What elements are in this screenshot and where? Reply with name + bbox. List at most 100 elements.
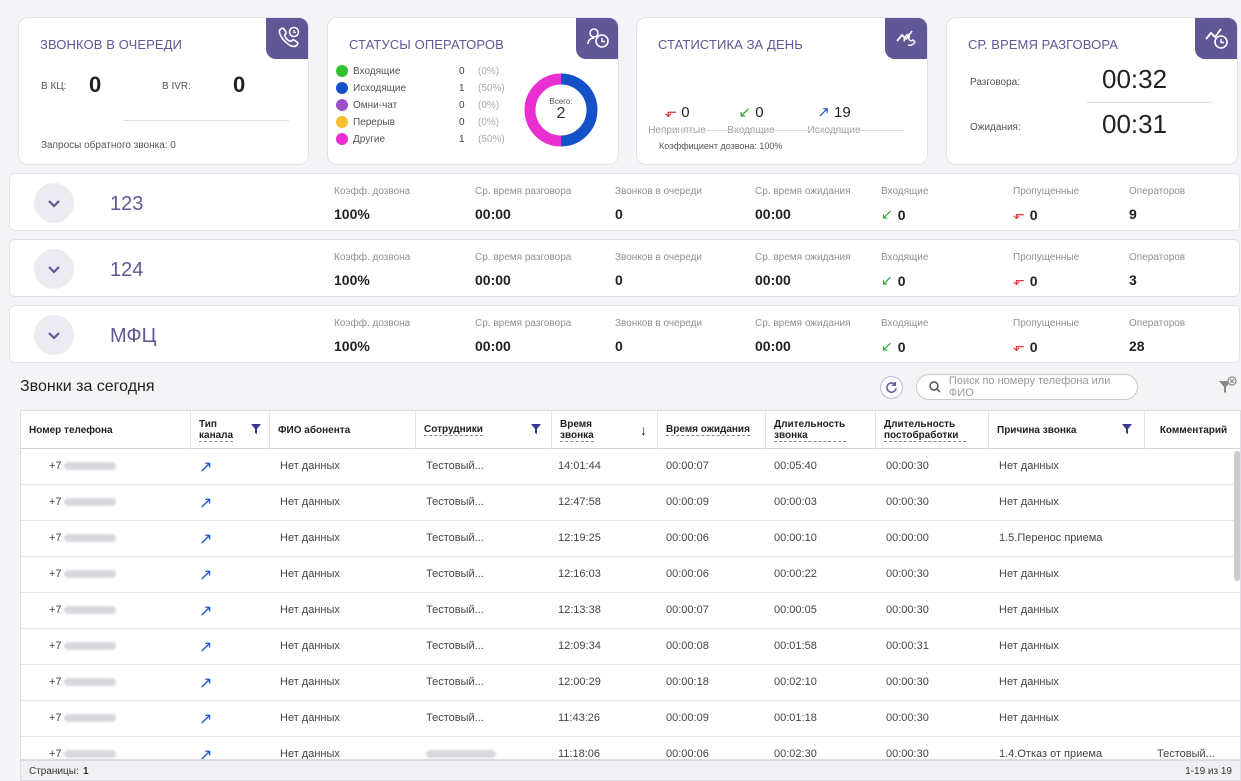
- filter-icon[interactable]: [1122, 423, 1132, 437]
- ivr-value: 0: [233, 72, 246, 97]
- col-comment-label: Комментарий: [1159, 424, 1228, 436]
- refresh-button[interactable]: [880, 376, 903, 399]
- divider: [124, 120, 289, 121]
- col-phone[interactable]: Номер телефона: [21, 411, 191, 449]
- cell-staff: Тестовый...: [426, 604, 484, 616]
- metric-value: ⬐ 0: [1013, 206, 1038, 223]
- cell-duration: 00:02:30: [774, 748, 817, 760]
- cell-wait: 00:00:07: [666, 604, 709, 616]
- group-row[interactable]: 123 Коэфф. дозвона 100% Ср. время разговора…: [9, 173, 1240, 231]
- phone-clock-icon: [266, 18, 308, 59]
- table-row[interactable]: +7 ↗ Нет данных Тестовый... 14:01:44 00:00:07…: [21, 449, 1240, 485]
- legend-pct: (50%): [478, 82, 505, 94]
- legend-label: Омни-чат: [353, 99, 398, 111]
- chart-clock-icon: [1195, 18, 1237, 59]
- group-row[interactable]: 124 Коэфф. дозвона 100% Ср. время разговора…: [9, 239, 1240, 297]
- col-duration[interactable]: Длительность звонка: [766, 411, 876, 449]
- group-row[interactable]: МФЦ Коэфф. дозвона 100% Ср. время разговора…: [9, 305, 1240, 363]
- col-name[interactable]: ФИО абонента: [270, 411, 416, 449]
- talk-value: 00:32: [1102, 64, 1168, 94]
- table-row[interactable]: +7 ↗ Нет данных 11:18:06 00:00:06 00:02:30 00:…: [21, 737, 1240, 760]
- col-channel[interactable]: Тип канала: [191, 411, 270, 449]
- col-wait[interactable]: Время ожидания: [658, 411, 766, 449]
- col-phone-label: Номер телефона: [29, 424, 113, 436]
- cell-reason: Нет данных: [999, 640, 1059, 652]
- filter-icon[interactable]: [251, 423, 261, 437]
- legend-pct: (0%): [478, 99, 500, 111]
- metric-value: ↙ 0: [881, 272, 906, 289]
- chart-phone-icon: [885, 18, 927, 59]
- incoming-arrow-icon: ↙: [738, 104, 752, 121]
- table-row[interactable]: +7 ↗ Нет данных Тестовый... 12:16:03 00:00:06…: [21, 557, 1240, 593]
- cell-wait: 00:00:08: [666, 640, 709, 652]
- group-name: 123: [110, 193, 144, 215]
- cell-duration: 00:00:22: [774, 568, 817, 580]
- legend-dot: [336, 133, 348, 145]
- cell-post: 00:00:00: [886, 532, 929, 544]
- metric-label: Пропущенные: [1013, 318, 1080, 329]
- legend-label: Входящие: [353, 65, 401, 77]
- col-comment[interactable]: Комментарий: [1145, 411, 1240, 449]
- cell-reason: Нет данных: [999, 604, 1059, 616]
- cell-wait: 00:00:07: [666, 460, 709, 472]
- cell-post: 00:00:30: [886, 568, 929, 580]
- missed-value: 0: [681, 104, 690, 121]
- divider: [659, 130, 904, 131]
- expand-button[interactable]: [34, 249, 74, 289]
- cell-reason: Нет данных: [999, 496, 1059, 508]
- filter-icon[interactable]: [531, 423, 541, 437]
- table-row[interactable]: +7 ↗ Нет данных Тестовый... 12:47:58 00:00:09…: [21, 485, 1240, 521]
- status-donut: Всего: 2: [524, 73, 598, 147]
- table-row[interactable]: +7 ↗ Нет данных Тестовый... 12:00:29 00:00:18…: [21, 665, 1240, 701]
- expand-button[interactable]: [34, 183, 74, 223]
- col-time[interactable]: Время звонка ↓: [552, 411, 658, 449]
- metric-value: 9: [1129, 206, 1137, 222]
- cell-name: Нет данных: [280, 568, 340, 580]
- queue-card: ЗВОНКОВ В ОЧЕРЕДИ В КЦ: 0 В IVR: 0 Запро…: [18, 17, 309, 165]
- cell-reason: Нет данных: [999, 460, 1059, 472]
- cell-name: Нет данных: [280, 712, 340, 724]
- col-post[interactable]: Длительность постобработки: [876, 411, 989, 449]
- metric-label: Ср. время разговора: [475, 186, 572, 197]
- clear-filter-icon[interactable]: [1216, 376, 1238, 398]
- table-row[interactable]: +7 ↗ Нет данных Тестовый... 12:13:38 00:00:07…: [21, 593, 1240, 629]
- cell-name: Нет данных: [280, 640, 340, 652]
- metric-label: Звонков в очереди: [615, 318, 702, 329]
- outgoing-arrow-icon: ↗: [199, 495, 213, 512]
- metric-value: 100%: [334, 338, 370, 354]
- expand-button[interactable]: [34, 315, 74, 355]
- incoming-arrow-icon: ↙: [881, 272, 893, 288]
- metric-label: Коэфф. дозвона: [334, 252, 411, 263]
- pages-value[interactable]: 1: [83, 766, 89, 777]
- rows-range: 1-19 из 19: [1185, 766, 1232, 777]
- table-scrollbar[interactable]: [1234, 451, 1240, 581]
- cell-comment: Тестовый...: [1157, 748, 1215, 760]
- metric-label: Коэфф. дозвона: [334, 318, 411, 329]
- day-stats-card: СТАТИСТИКА ЗА ДЕНЬ ⬐ 0 Непринятые ↙ 0 Вх…: [636, 17, 928, 165]
- missed-arrow-icon: ⬐: [1013, 206, 1025, 222]
- metric-value: 3: [1129, 272, 1137, 288]
- outgoing-arrow-icon: ↗: [199, 459, 213, 476]
- talk-card-title: СР. ВРЕМЯ РАЗГОВОРА: [968, 37, 1118, 52]
- cell-name: Нет данных: [280, 604, 340, 616]
- table-row[interactable]: +7 ↗ Нет данных Тестовый... 12:09:34 00:00:08…: [21, 629, 1240, 665]
- sort-down-icon[interactable]: ↓: [640, 423, 647, 437]
- cell-wait: 00:00:06: [666, 568, 709, 580]
- divider: [1087, 102, 1212, 103]
- search-input[interactable]: Поиск по номеру телефона или ФИО: [916, 374, 1138, 400]
- calls-title: Звонки за сегодня: [20, 378, 155, 395]
- table-row[interactable]: +7 ↗ Нет данных Тестовый... 12:19:25 00:00:06…: [21, 521, 1240, 557]
- refresh-icon: [886, 381, 897, 393]
- col-reason[interactable]: Причина звонка: [989, 411, 1145, 449]
- cell-duration: 00:01:18: [774, 712, 817, 724]
- cell-name: Нет данных: [280, 676, 340, 688]
- table-row[interactable]: +7 ↗ Нет данных Тестовый... 11:43:26 00:00:09…: [21, 701, 1240, 737]
- chevron-down-icon: [48, 199, 60, 208]
- metric-label: Операторов: [1129, 318, 1186, 329]
- queue-card-title: ЗВОНКОВ В ОЧЕРЕДИ: [40, 37, 183, 52]
- legend-pct: (0%): [478, 116, 500, 128]
- metric-value: 00:00: [755, 206, 791, 222]
- cell-phone: +7: [49, 676, 116, 688]
- col-staff[interactable]: Сотрудники: [416, 411, 552, 449]
- cell-staff: Тестовый...: [426, 676, 484, 688]
